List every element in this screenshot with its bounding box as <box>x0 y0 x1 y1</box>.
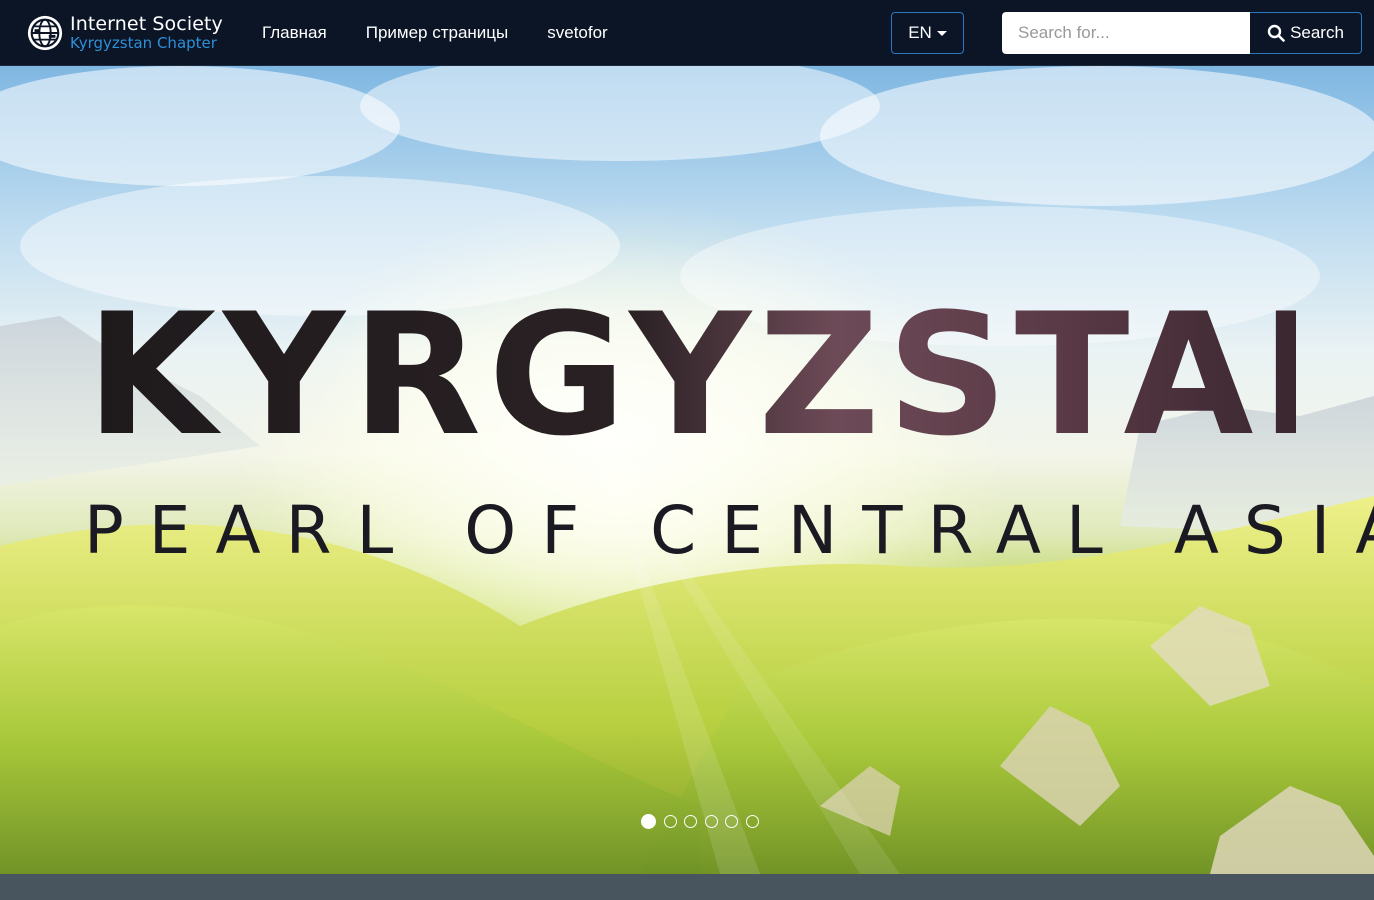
content-section-top <box>0 874 1374 900</box>
carousel-indicator-5[interactable] <box>725 815 738 828</box>
carousel-indicator-2[interactable] <box>663 815 677 828</box>
carousel-indicators <box>641 814 766 829</box>
hero-subtitle: PEARL OF CENTRAL ASIA <box>84 492 1374 569</box>
language-selected: EN <box>908 23 932 42</box>
caret-down-icon <box>936 30 947 36</box>
carousel-indicator-1[interactable] <box>641 814 656 829</box>
carousel-indicator-3[interactable] <box>684 815 697 828</box>
carousel-indicator-6[interactable] <box>745 815 759 828</box>
search-input[interactable] <box>1002 12 1250 54</box>
nav-link-home[interactable]: Главная <box>262 23 327 43</box>
main-nav: Главная Пример страницы svetofor <box>262 0 647 66</box>
globe-logo-icon <box>27 15 63 51</box>
nav-link-sample-page[interactable]: Пример страницы <box>366 23 509 43</box>
search-icon <box>1267 24 1285 42</box>
nav-link-svetofor[interactable]: svetofor <box>547 23 607 43</box>
hero-title: KYRGYZSTAN <box>86 277 1374 473</box>
brand-logo-link[interactable]: Internet Society Kyrgyzstan Chapter <box>26 12 223 54</box>
brand-name: Internet Society <box>70 13 223 35</box>
carousel-indicator-4[interactable] <box>704 815 718 828</box>
brand-chapter: Kyrgyzstan Chapter <box>70 34 217 52</box>
hero-carousel: KYRGYZSTAN PEARL OF CENTRAL ASIA <box>0 66 1374 874</box>
search-button-label: Search <box>1290 23 1344 42</box>
language-dropdown[interactable]: EN <box>891 12 964 54</box>
top-navbar: Internet Society Kyrgyzstan Chapter Глав… <box>0 0 1374 66</box>
search-button[interactable]: Search <box>1250 12 1362 54</box>
